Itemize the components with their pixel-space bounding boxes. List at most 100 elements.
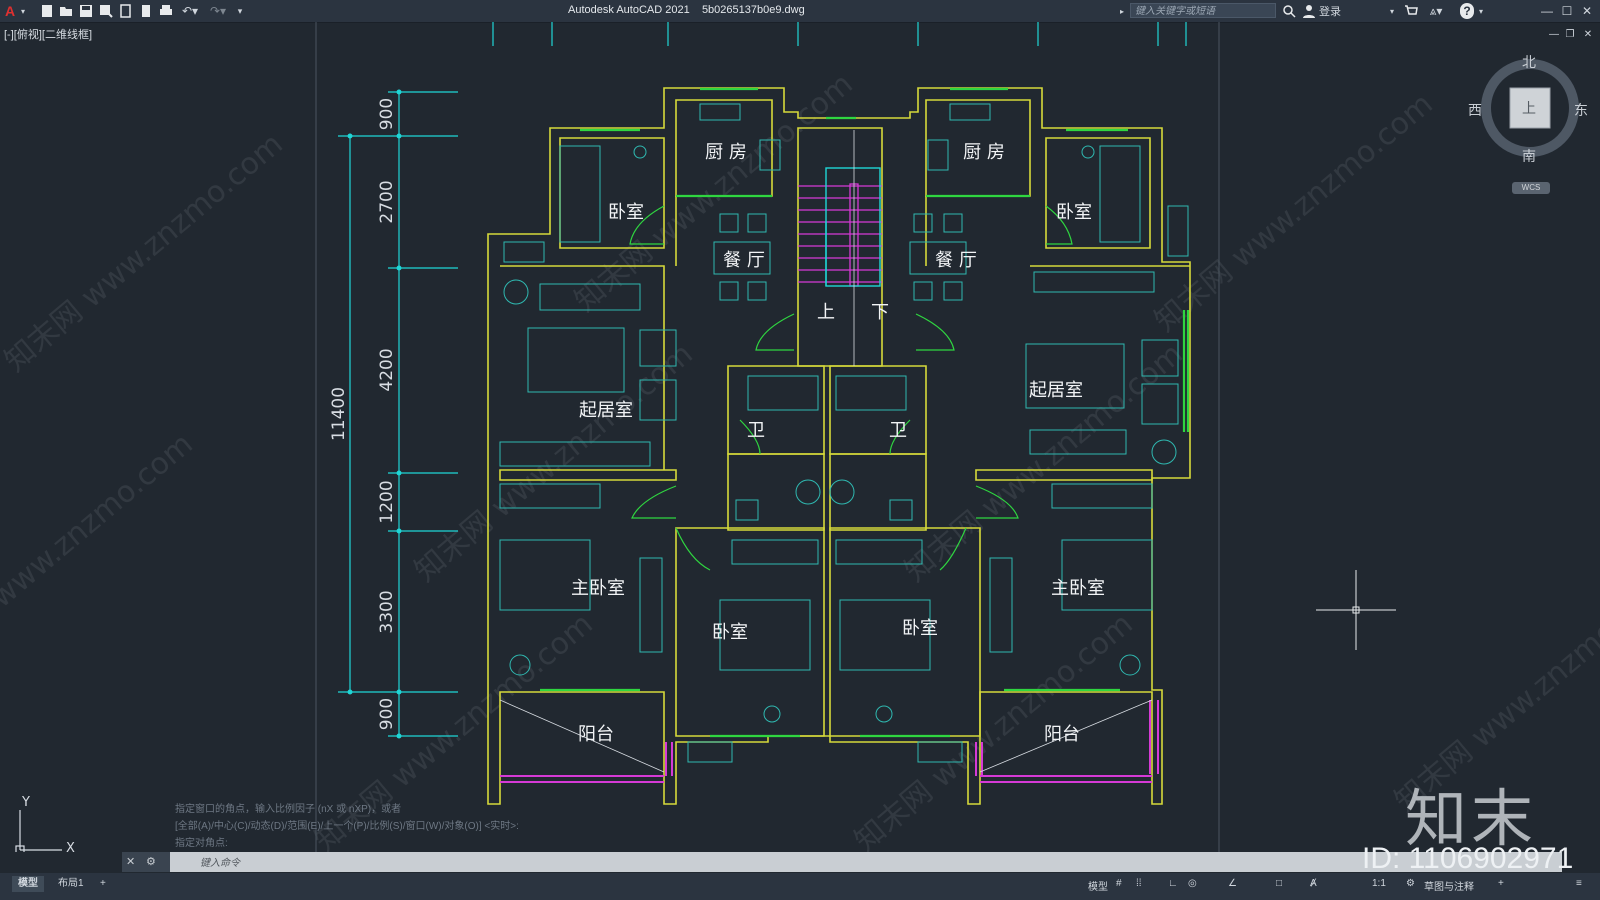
room-label-bedroom: 卧室: [902, 618, 938, 639]
share-icon[interactable]: ⩓▾: [1424, 3, 1448, 19]
customize-status-icon[interactable]: ≡: [1576, 878, 1582, 889]
dimension-label: 4200: [377, 348, 397, 391]
dimension-label: 1200: [377, 480, 397, 523]
watermark-text: 知末网 www.znzmo.com: [0, 426, 200, 678]
undo-icon[interactable]: ↶▾: [179, 3, 201, 19]
stair-label-down: 下: [871, 302, 889, 323]
add-icon[interactable]: +: [1498, 878, 1504, 889]
login-dropdown-icon[interactable]: ▾: [1388, 3, 1396, 19]
dimension-chain: [338, 91, 458, 737]
user-icon[interactable]: [1302, 3, 1316, 19]
redo-icon[interactable]: ↷▾: [207, 3, 229, 19]
login-button[interactable]: 登录: [1318, 3, 1342, 19]
otrack-icon[interactable]: □: [1276, 878, 1282, 889]
room-label-bedroom: 卧室: [1056, 202, 1092, 223]
drawing-canvas[interactable]: 知末网 www.znzmo.com知末网 www.znzmo.com知末网 ww…: [0, 22, 1600, 852]
viewcube[interactable]: 北 南 东 西 上: [1468, 55, 1588, 165]
polar-icon[interactable]: ◎: [1188, 878, 1197, 889]
maximize-icon[interactable]: ☐: [1560, 3, 1574, 19]
app-menu-chevron-icon[interactable]: ▾: [19, 3, 27, 19]
wcs-button[interactable]: WCS: [1512, 182, 1550, 194]
staircase: [798, 130, 882, 366]
ucs-icon: [15, 810, 62, 852]
command-history: 指定窗口的角点，输入比例因子 (nX 或 nXP)，或者 [全部(A)/中心(C…: [175, 801, 519, 852]
new-icon[interactable]: [40, 3, 54, 19]
customize-icon[interactable]: ▾: [234, 3, 246, 19]
command-history-line: [全部(A)/中心(C)/动态(D)/范围(E)/上一个(P)/比例(S)/窗口…: [175, 821, 519, 832]
room-label-dining: 餐 厅: [935, 250, 977, 271]
search-expand-icon[interactable]: ▸: [1118, 3, 1126, 19]
snap-icon[interactable]: ⁞⁞: [1136, 878, 1142, 889]
ortho-icon[interactable]: ∟: [1168, 878, 1178, 889]
watermark-pattern: 知末网 www.znzmo.com知末网 www.znzmo.com知末网 ww…: [0, 66, 1600, 852]
model-space-toggle[interactable]: 模型: [1088, 878, 1108, 893]
command-input[interactable]: 键入命令: [200, 854, 240, 869]
publish-icon[interactable]: [119, 3, 133, 19]
crosshair-cursor: [1316, 570, 1396, 650]
help-icon[interactable]: ?: [1460, 3, 1474, 19]
watermark-text: 知末网 www.znzmo.com: [898, 336, 1189, 588]
dimension-label: 2700: [377, 180, 397, 223]
stair-label-up: 上: [817, 302, 835, 323]
dimension-label: 3300: [377, 590, 397, 633]
window-title: Autodesk AutoCAD 2021 5b0265137b0e9.dwg: [568, 4, 805, 16]
ucs-y-label: Y: [21, 795, 30, 810]
command-history-line: 指定对角点:: [175, 838, 228, 849]
room-label-bathroom: 卫: [747, 420, 765, 441]
compass-south[interactable]: 南: [1522, 146, 1536, 166]
cart-icon[interactable]: [1404, 3, 1418, 19]
command-customize-icon[interactable]: ⚙: [146, 855, 156, 868]
print-icon[interactable]: [159, 3, 173, 19]
tab-model[interactable]: 模型: [12, 876, 44, 892]
dimension-label: 900: [377, 98, 397, 130]
plot-icon[interactable]: [139, 3, 153, 19]
viewport-controls[interactable]: [-][俯视][二维线框]: [4, 26, 92, 42]
compass-north[interactable]: 北: [1522, 52, 1536, 72]
room-label-bedroom: 卧室: [608, 202, 644, 223]
osnap-icon[interactable]: ∠: [1228, 878, 1237, 889]
command-line-controls: ✕ ⚙: [122, 852, 170, 872]
watermark-text: 知末网 www.znzmo.com: [0, 126, 290, 378]
room-label-master-bedroom: 主卧室: [571, 578, 625, 599]
dimension-label: 900: [377, 698, 397, 730]
room-label-bathroom: 卫: [889, 420, 907, 441]
help-dropdown-icon[interactable]: ▾: [1477, 3, 1485, 19]
autocad-logo-icon[interactable]: A: [3, 3, 17, 19]
command-line[interactable]: [122, 852, 1562, 872]
compass-east[interactable]: 东: [1574, 100, 1588, 120]
room-label-bedroom: 卧室: [712, 622, 748, 643]
close-icon[interactable]: ✕: [1580, 3, 1594, 19]
watermark-id: ID: 1106902971: [1362, 842, 1574, 875]
annotation-visibility-icon[interactable]: Ⱥ: [1310, 878, 1317, 889]
saveas-icon[interactable]: [99, 3, 113, 19]
viewcube-top-face[interactable]: 上: [1522, 98, 1536, 118]
command-history-line: 指定窗口的角点，输入比例因子 (nX 或 nXP)，或者: [175, 804, 402, 815]
search-input[interactable]: 键入关键字或短语: [1130, 3, 1276, 18]
grid-icon[interactable]: #: [1116, 878, 1122, 889]
command-close-icon[interactable]: ✕: [126, 855, 135, 868]
ucs-x-label: X: [66, 841, 75, 852]
status-bar: [0, 873, 1600, 900]
compass-west[interactable]: 西: [1468, 100, 1482, 120]
workspace-switch[interactable]: 草图与注释: [1424, 878, 1474, 893]
total-dimension-label: 11400: [329, 387, 349, 441]
watermark-text: 知末网 www.znzmo.com: [1148, 86, 1439, 338]
watermark-text: 知末网 www.znzmo.com: [408, 336, 699, 588]
viewport-minimize-icon[interactable]: —: [1548, 26, 1560, 42]
room-label-balcony: 阳台: [578, 724, 614, 745]
save-icon[interactable]: [79, 3, 93, 19]
viewport-close-icon[interactable]: ✕: [1582, 26, 1594, 42]
room-label-kitchen: 厨 房: [963, 142, 1005, 163]
viewport-restore-icon[interactable]: ❐: [1564, 26, 1576, 42]
top-axis-ticks: [492, 22, 1187, 46]
minimize-icon[interactable]: —: [1540, 3, 1554, 19]
add-layout-button[interactable]: +: [94, 876, 112, 892]
room-label-master-bedroom: 主卧室: [1051, 578, 1105, 599]
search-icon[interactable]: [1282, 3, 1296, 19]
room-label-balcony: 阳台: [1044, 724, 1080, 745]
room-label-dining: 餐 厅: [723, 250, 765, 271]
tab-layout1[interactable]: 布局1: [52, 876, 90, 892]
open-icon[interactable]: [59, 3, 73, 19]
annotation-scale[interactable]: 1:1: [1372, 878, 1386, 889]
workspace-gear-icon[interactable]: ⚙: [1406, 878, 1415, 889]
